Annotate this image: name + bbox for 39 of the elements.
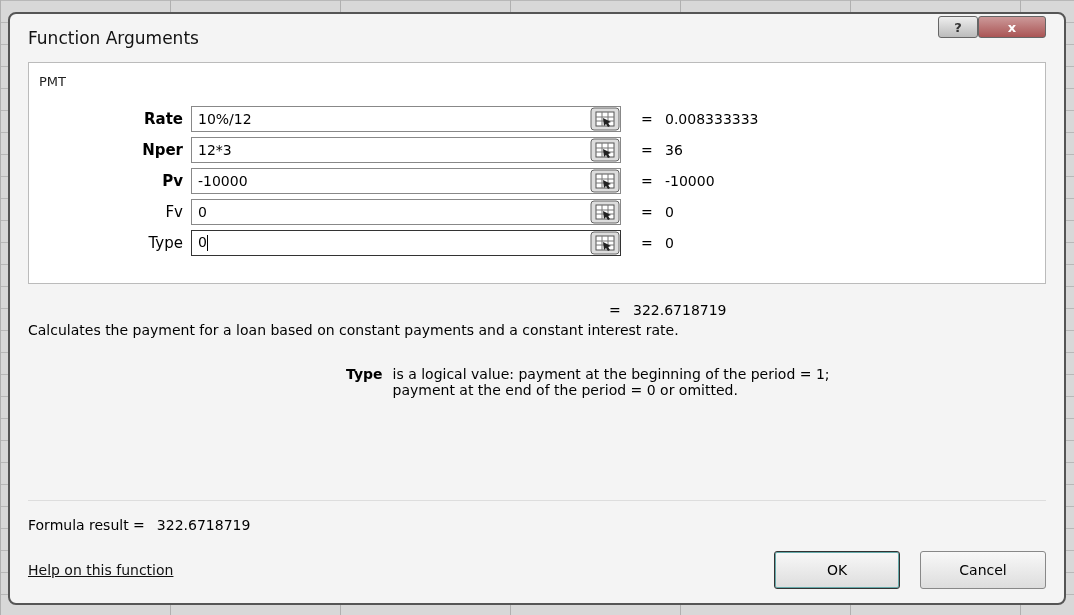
equals-sign: = <box>641 141 654 158</box>
help-button[interactable]: ? <box>938 16 978 38</box>
range-picker-icon[interactable] <box>590 230 620 255</box>
range-picker-icon[interactable] <box>590 168 620 193</box>
help-link[interactable]: Help on this function <box>28 562 754 578</box>
argument-name: Type <box>346 366 383 384</box>
equals-sign: = <box>641 203 654 220</box>
argument-result: -10000 <box>665 172 715 189</box>
argument-field[interactable]: 10%/12 <box>191 105 621 132</box>
argument-field[interactable]: -10000 <box>191 167 621 194</box>
argument-description: is a logical value: payment at the beginning of the period = 1; payment at the end of the period = 0 or omitted. <box>392 366 830 398</box>
argument-result: 0.008333333 <box>665 110 759 127</box>
argument-result: 0 <box>665 234 674 251</box>
function-name: PMT <box>39 74 66 89</box>
equals-sign: = <box>641 234 654 251</box>
argument-label: Fv <box>164 202 184 221</box>
argument-label: Type <box>147 233 184 252</box>
formula-result-label: Formula result = <box>28 517 145 533</box>
equals-sign: = <box>641 172 654 189</box>
equals-sign: = <box>641 110 654 127</box>
cancel-button[interactable]: Cancel <box>920 551 1046 589</box>
range-picker-icon[interactable] <box>590 106 620 131</box>
window-title: Function Arguments <box>28 27 200 48</box>
argument-result: 0 <box>665 203 674 220</box>
formula-result-value: 322.6718719 <box>156 517 251 533</box>
argument-label: Rate <box>142 109 184 128</box>
argument-result: 36 <box>665 141 683 158</box>
range-picker-icon[interactable] <box>590 199 620 224</box>
argument-field[interactable]: 12*3 <box>191 136 621 163</box>
function-description: Calculates the payment for a loan based on constant payments and a constant interest rate. <box>28 322 680 338</box>
close-button[interactable]: x <box>978 16 1046 38</box>
argument-label: Pv <box>161 171 184 190</box>
range-picker-icon[interactable] <box>590 137 620 162</box>
equals-sign: = <box>609 302 622 318</box>
argument-field[interactable]: 0 <box>191 229 621 256</box>
function-result: 322.6718719 <box>633 302 727 318</box>
argument-field[interactable]: 0 <box>191 198 621 225</box>
argument-label: Nper <box>141 140 184 159</box>
ok-button[interactable]: OK <box>774 551 900 589</box>
